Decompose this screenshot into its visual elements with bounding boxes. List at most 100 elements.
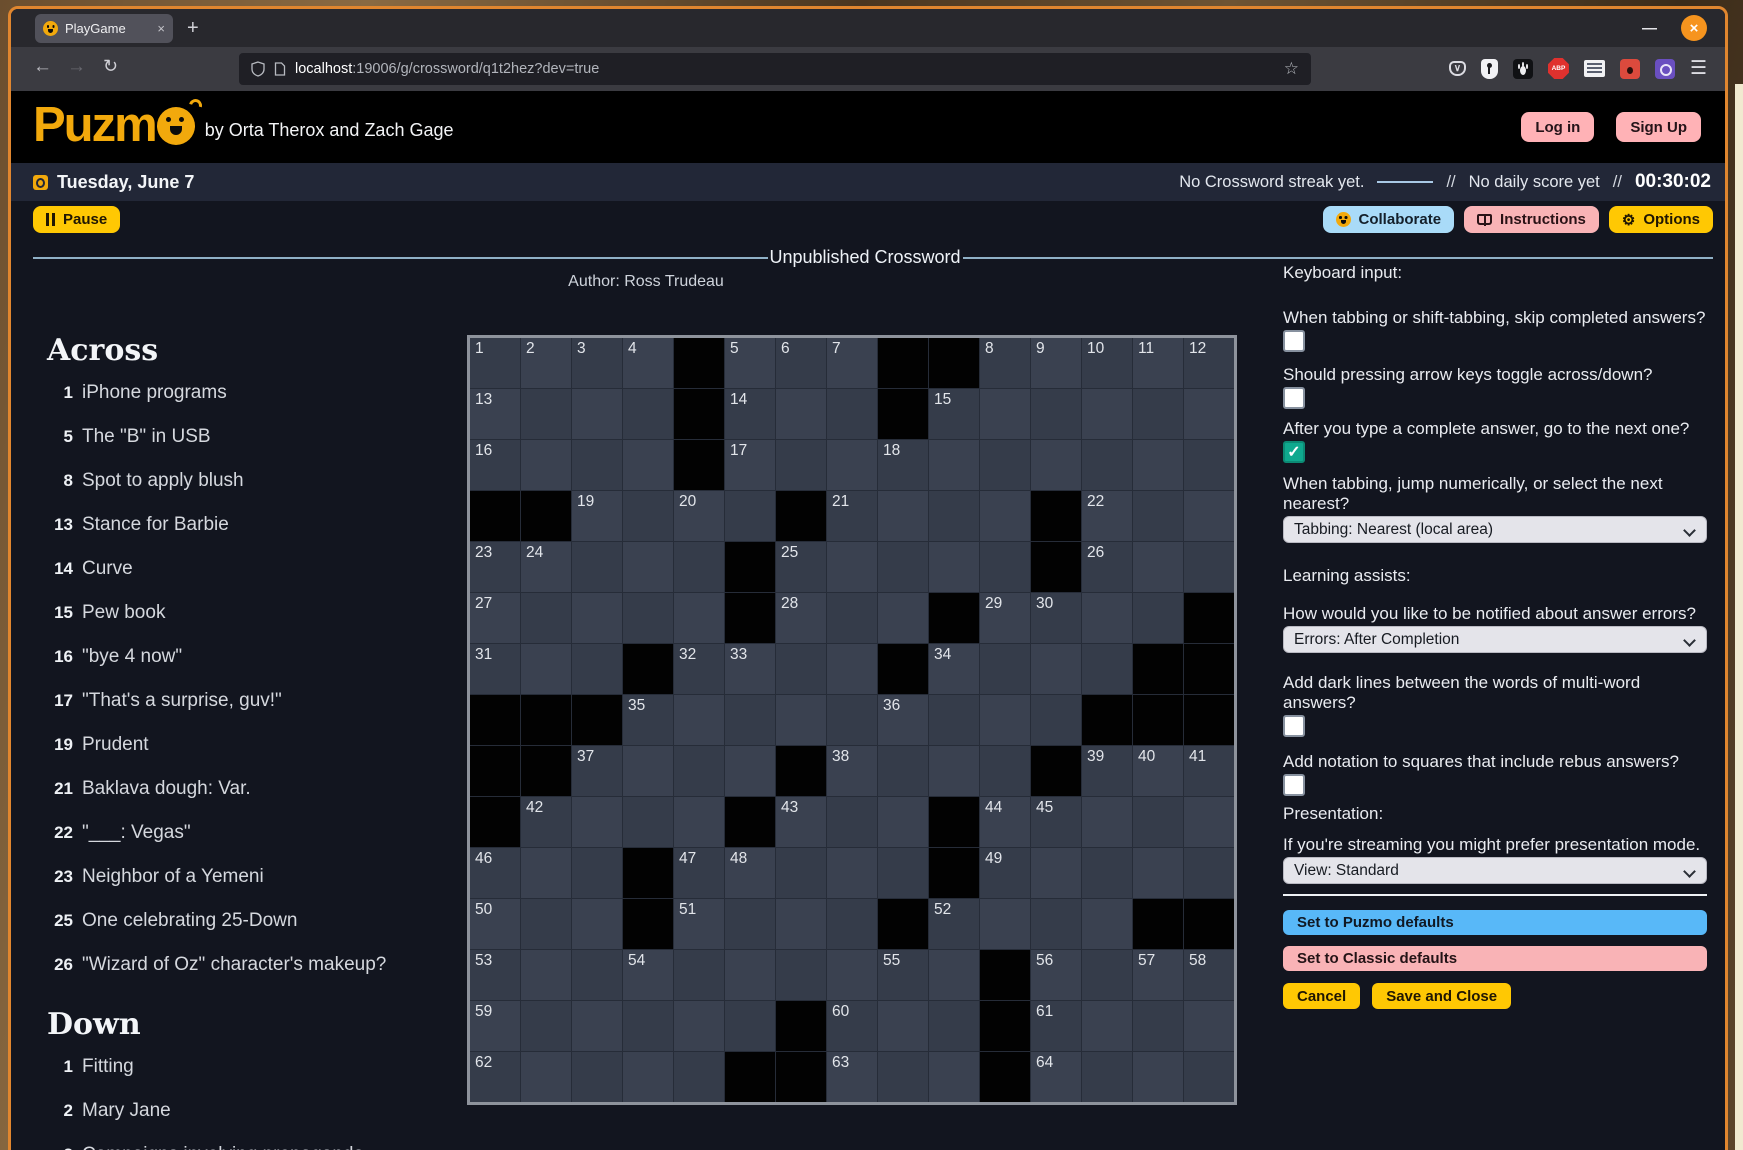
grid-cell[interactable] — [980, 899, 1030, 949]
grid-cell[interactable]: 62 — [470, 1052, 520, 1102]
grid-cell[interactable] — [929, 950, 979, 1000]
grid-cell[interactable] — [1082, 389, 1132, 439]
grid-cell[interactable]: 5 — [725, 338, 775, 388]
grid-cell[interactable]: 4 — [623, 338, 673, 388]
reload-icon[interactable]: ↻ — [103, 56, 118, 77]
grid-cell[interactable] — [980, 542, 1030, 592]
grid-cell[interactable] — [521, 1001, 571, 1051]
grid-cell[interactable]: 36 — [878, 695, 928, 745]
grid-cell[interactable]: 44 — [980, 797, 1030, 847]
grid-cell[interactable]: 38 — [827, 746, 877, 796]
grid-cell[interactable] — [1184, 848, 1234, 898]
set-classic-defaults-button[interactable]: Set to Classic defaults — [1283, 946, 1707, 971]
signup-button[interactable]: Sign Up — [1616, 112, 1701, 142]
grid-cell[interactable]: 28 — [776, 593, 826, 643]
grid-cell[interactable]: 55 — [878, 950, 928, 1000]
grid-cell[interactable] — [572, 848, 622, 898]
grid-cell[interactable] — [878, 848, 928, 898]
grid-cell[interactable] — [623, 491, 673, 541]
purple-extension-icon[interactable] — [1655, 59, 1675, 79]
grid-cell[interactable] — [1031, 644, 1081, 694]
grid-cell[interactable]: 23 — [470, 542, 520, 592]
new-tab-button[interactable]: + — [187, 17, 199, 40]
grid-cell[interactable] — [1133, 1001, 1183, 1051]
red-extension-icon[interactable] — [1620, 59, 1640, 79]
grid-cell[interactable] — [980, 746, 1030, 796]
clue-item[interactable]: 23Neighbor of a Yemeni — [47, 865, 462, 909]
checkbox-goto-next[interactable]: ✓ — [1283, 441, 1305, 463]
grid-cell[interactable] — [929, 440, 979, 490]
grid-cell[interactable] — [1133, 848, 1183, 898]
grid-cell[interactable]: 54 — [623, 950, 673, 1000]
grid-cell[interactable] — [623, 797, 673, 847]
grid-cell[interactable] — [674, 950, 724, 1000]
save-and-close-button[interactable]: Save and Close — [1372, 983, 1511, 1009]
grid-cell[interactable] — [572, 950, 622, 1000]
grid-cell[interactable]: 47 — [674, 848, 724, 898]
clue-item[interactable]: 22"___: Vegas" — [47, 821, 462, 865]
grid-cell[interactable] — [725, 746, 775, 796]
grid-cell[interactable] — [827, 695, 877, 745]
grid-cell[interactable] — [674, 695, 724, 745]
tab-close-icon[interactable]: × — [157, 21, 165, 36]
grid-cell[interactable] — [776, 389, 826, 439]
grid-cell[interactable]: 48 — [725, 848, 775, 898]
grid-cell[interactable] — [929, 542, 979, 592]
grid-cell[interactable]: 40 — [1133, 746, 1183, 796]
grid-cell[interactable]: 46 — [470, 848, 520, 898]
grid-cell[interactable] — [776, 644, 826, 694]
grid-cell[interactable] — [776, 695, 826, 745]
grid-cell[interactable] — [929, 491, 979, 541]
view-mode-select[interactable]: View: Standard — [1283, 857, 1707, 884]
tracking-shield-icon[interactable] — [251, 61, 265, 77]
grid-cell[interactable] — [827, 848, 877, 898]
grid-cell[interactable] — [725, 491, 775, 541]
grid-cell[interactable] — [725, 1001, 775, 1051]
window-minimize-button[interactable]: — — [1642, 20, 1657, 37]
checkbox-skip-completed[interactable] — [1283, 330, 1305, 352]
grid-cell[interactable] — [827, 440, 877, 490]
grid-cell[interactable]: 2 — [521, 338, 571, 388]
clue-item[interactable]: 1Fitting — [47, 1055, 462, 1099]
grid-cell[interactable] — [1082, 1052, 1132, 1102]
clue-item[interactable]: 21Baklava dough: Var. — [47, 777, 462, 821]
grid-cell[interactable] — [572, 389, 622, 439]
grid-cell[interactable] — [623, 1001, 673, 1051]
grid-cell[interactable] — [827, 593, 877, 643]
grid-cell[interactable] — [776, 899, 826, 949]
grid-cell[interactable]: 19 — [572, 491, 622, 541]
page-info-icon[interactable] — [274, 62, 286, 76]
collaborate-button[interactable]: Collaborate — [1323, 206, 1455, 233]
grid-cell[interactable] — [1082, 899, 1132, 949]
grid-cell[interactable] — [776, 950, 826, 1000]
grid-cell[interactable]: 29 — [980, 593, 1030, 643]
clue-item[interactable]: 17"That's a surprise, guv!" — [47, 689, 462, 733]
clue-item[interactable]: 25One celebrating 25-Down — [47, 909, 462, 953]
grid-cell[interactable] — [776, 848, 826, 898]
grid-cell[interactable] — [572, 593, 622, 643]
grid-cell[interactable] — [1184, 491, 1234, 541]
grid-cell[interactable] — [1184, 440, 1234, 490]
grid-cell[interactable]: 21 — [827, 491, 877, 541]
grid-cell[interactable] — [878, 491, 928, 541]
clue-item[interactable]: 19Prudent — [47, 733, 462, 777]
grid-cell[interactable]: 58 — [1184, 950, 1234, 1000]
grid-cell[interactable] — [878, 1001, 928, 1051]
grid-cell[interactable] — [827, 389, 877, 439]
grid-cell[interactable]: 1 — [470, 338, 520, 388]
forward-icon[interactable]: → — [67, 56, 86, 78]
grid-cell[interactable] — [1133, 491, 1183, 541]
grid-cell[interactable] — [1133, 593, 1183, 643]
grid-cell[interactable] — [572, 644, 622, 694]
grid-cell[interactable] — [725, 695, 775, 745]
grid-cell[interactable]: 20 — [674, 491, 724, 541]
clue-item[interactable]: 1iPhone programs — [47, 381, 462, 425]
grid-cell[interactable]: 59 — [470, 1001, 520, 1051]
grid-cell[interactable] — [1133, 797, 1183, 847]
grid-cell[interactable] — [725, 950, 775, 1000]
clue-item[interactable]: 15Pew book — [47, 601, 462, 645]
clue-item[interactable]: 26"Wizard of Oz" character's makeup? — [47, 953, 462, 997]
password-shield-icon[interactable] — [1481, 59, 1498, 79]
grid-cell[interactable]: 17 — [725, 440, 775, 490]
checkbox-rebus-notation[interactable] — [1283, 774, 1305, 796]
